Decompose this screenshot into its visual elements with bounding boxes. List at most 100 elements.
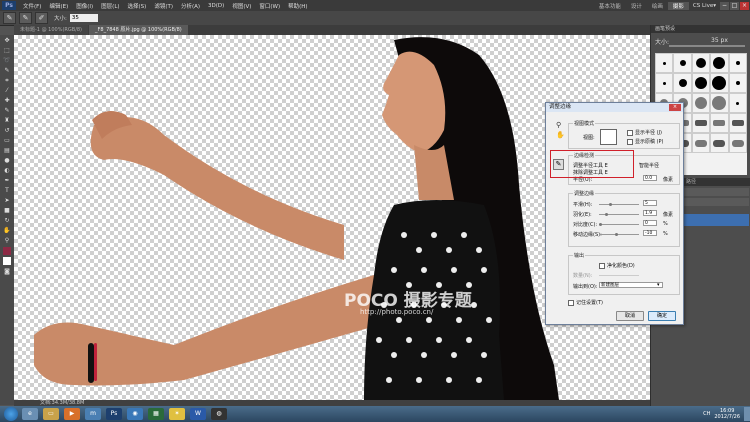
- brush-tool-icon[interactable]: ✎: [2, 106, 12, 115]
- refine-radius-tool-icon[interactable]: ✎: [19, 12, 32, 24]
- contrast-input[interactable]: 0: [643, 220, 657, 226]
- tab-paths[interactable]: 路径: [683, 178, 699, 186]
- menu-select[interactable]: 选择(S): [124, 2, 151, 10]
- photoshop-taskbar-icon[interactable]: Ps: [106, 408, 122, 420]
- tool-preset-icon[interactable]: ✎: [3, 12, 16, 24]
- type-tool-icon[interactable]: T: [2, 186, 12, 195]
- tab-photo[interactable]: _F8_7848 原片.jpg @ 100%(RGB/8): [89, 25, 188, 35]
- smooth-slider[interactable]: [599, 203, 639, 206]
- crop-tool-icon[interactable]: ⌗: [2, 76, 12, 85]
- history-brush-tool-icon[interactable]: ↺: [2, 126, 12, 135]
- menu-help[interactable]: 帮助(H): [284, 2, 311, 10]
- menu-analysis[interactable]: 分析(A): [177, 2, 204, 10]
- 3d-rotate-tool-icon[interactable]: ↻: [2, 216, 12, 225]
- brush-preset[interactable]: [673, 53, 692, 73]
- hand-tool-icon[interactable]: ✋: [556, 131, 565, 139]
- brush-preset[interactable]: [655, 53, 674, 73]
- clock[interactable]: 16:09 2012/7/26: [714, 408, 740, 420]
- brush-preset[interactable]: [728, 53, 747, 73]
- zoom-tool-icon[interactable]: ⚲: [2, 236, 12, 245]
- brush-preset[interactable]: [728, 93, 747, 113]
- dialog-close-icon[interactable]: ×: [669, 104, 681, 111]
- word-icon[interactable]: W: [190, 408, 206, 420]
- feather-slider[interactable]: [599, 213, 639, 216]
- healing-tool-icon[interactable]: ✚: [2, 96, 12, 105]
- decontaminate-checkbox[interactable]: [599, 262, 605, 269]
- menu-edit[interactable]: 编辑(E): [45, 2, 72, 10]
- chevron-down-icon[interactable]: ▾: [657, 282, 660, 288]
- feather-input[interactable]: 1.9: [643, 210, 657, 216]
- remember-settings-checkbox[interactable]: [568, 299, 574, 306]
- menu-3d[interactable]: 3D(D): [204, 3, 228, 9]
- stamp-tool-icon[interactable]: ♜: [2, 116, 12, 125]
- brush-preset[interactable]: [691, 113, 711, 133]
- brush-preset[interactable]: [691, 73, 711, 93]
- eraser-tool-icon[interactable]: ▭: [2, 136, 12, 145]
- shift-edge-input[interactable]: -10: [643, 230, 657, 236]
- brush-preset[interactable]: [710, 93, 729, 113]
- brush-size-slider[interactable]: [669, 45, 745, 47]
- pen-tool-icon[interactable]: ✒: [2, 176, 12, 185]
- eyedropper-tool-icon[interactable]: ⁄: [2, 86, 12, 95]
- maximize-icon[interactable]: □: [730, 1, 739, 10]
- media-player-icon[interactable]: ▶: [64, 408, 80, 420]
- app3-icon[interactable]: ✶: [169, 408, 185, 420]
- show-original-checkbox[interactable]: [627, 138, 633, 145]
- folder-icon[interactable]: ▭: [43, 408, 59, 420]
- marquee-tool-icon[interactable]: ⬚: [2, 46, 12, 55]
- background-color-swatch[interactable]: [3, 257, 11, 265]
- ok-button[interactable]: 确定: [648, 311, 676, 321]
- move-tool-icon[interactable]: ✥: [2, 36, 12, 45]
- brush-preset[interactable]: [691, 53, 711, 73]
- language-indicator[interactable]: CH: [703, 411, 710, 417]
- radius-input[interactable]: 0.0: [643, 175, 657, 181]
- app2-icon[interactable]: ▦: [148, 408, 164, 420]
- foreground-color-swatch[interactable]: [3, 247, 11, 255]
- ie-icon[interactable]: e: [22, 408, 38, 420]
- view-mode-thumbnail[interactable]: [600, 129, 617, 145]
- app-icon[interactable]: m: [85, 408, 101, 420]
- dodge-tool-icon[interactable]: ◐: [2, 166, 12, 175]
- tab-untitled[interactable]: 未标题-1 @ 100%(RGB/8): [14, 25, 89, 35]
- blur-tool-icon[interactable]: ●: [2, 156, 12, 165]
- workspace-essentials[interactable]: 基本功能: [594, 2, 626, 10]
- brush-preset[interactable]: [710, 133, 729, 153]
- smooth-input[interactable]: 5: [643, 200, 657, 206]
- shape-tool-icon[interactable]: ■: [2, 206, 12, 215]
- hand-tool-icon[interactable]: ✋: [2, 226, 12, 235]
- brush-preset[interactable]: [691, 133, 711, 153]
- erase-refinements-tool-icon[interactable]: ✐: [35, 12, 48, 24]
- brush-preset[interactable]: [691, 93, 711, 113]
- path-select-tool-icon[interactable]: ➤: [2, 196, 12, 205]
- output-to-select[interactable]: 新建图层: [599, 282, 663, 288]
- qq-icon[interactable]: ◍: [211, 408, 227, 420]
- cs-live-button[interactable]: CS Live▾: [689, 3, 720, 9]
- workspace-photography[interactable]: 摄影: [667, 1, 689, 10]
- quick-select-tool-icon[interactable]: ✎: [2, 66, 12, 75]
- lasso-tool-icon[interactable]: ➰: [2, 56, 12, 65]
- brush-preset[interactable]: [710, 73, 729, 93]
- brush-preset[interactable]: [710, 53, 729, 73]
- brush-preset[interactable]: [710, 113, 729, 133]
- show-radius-checkbox[interactable]: [627, 129, 633, 136]
- start-button-icon[interactable]: [4, 407, 18, 421]
- brush-preset[interactable]: [728, 73, 747, 93]
- browser-icon[interactable]: ◉: [127, 408, 143, 420]
- brush-preset[interactable]: [655, 73, 674, 93]
- workspace-painting[interactable]: 绘画: [647, 2, 668, 10]
- show-desktop-button[interactable]: [744, 407, 750, 421]
- size-input[interactable]: 35: [69, 14, 98, 22]
- brush-preset[interactable]: [728, 113, 747, 133]
- shift-edge-slider[interactable]: [599, 233, 639, 236]
- cancel-button[interactable]: 取消: [616, 311, 644, 321]
- gradient-tool-icon[interactable]: ▤: [2, 146, 12, 155]
- menu-filter[interactable]: 滤镜(T): [150, 2, 177, 10]
- close-icon[interactable]: ×: [740, 1, 749, 10]
- menu-window[interactable]: 窗口(W): [255, 2, 284, 10]
- brush-preset[interactable]: [728, 133, 747, 153]
- quick-mask-icon[interactable]: ◙: [2, 267, 12, 276]
- contrast-slider[interactable]: [599, 223, 639, 226]
- brush-preset[interactable]: [673, 73, 692, 93]
- minimize-icon[interactable]: −: [720, 1, 729, 10]
- zoom-tool-icon[interactable]: ⚲: [556, 121, 561, 129]
